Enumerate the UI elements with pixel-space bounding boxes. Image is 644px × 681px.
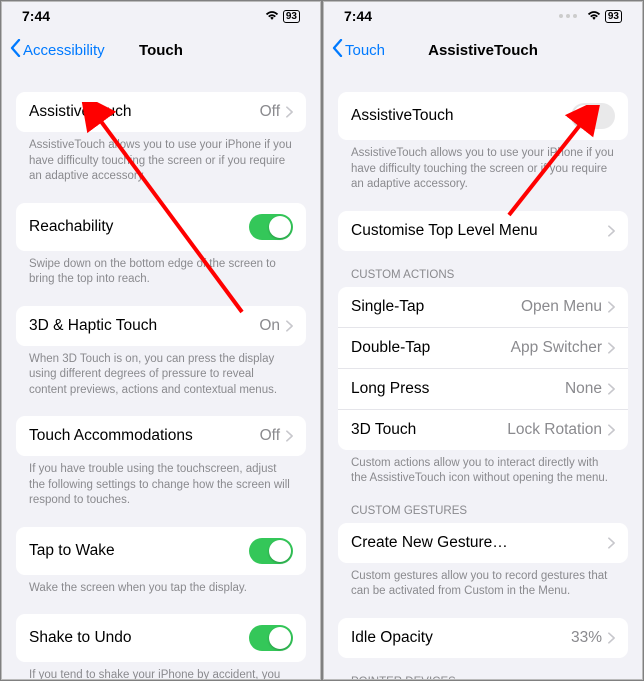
- row-label: 3D Touch: [351, 421, 416, 439]
- row-reachability[interactable]: Reachability: [16, 203, 306, 251]
- chevron-right-icon: [286, 320, 293, 332]
- chevron-left-icon: [332, 39, 344, 61]
- chevron-right-icon: [608, 225, 615, 237]
- row-label: Touch Accommodations: [29, 427, 193, 445]
- content: AssistiveTouch Off AssistiveTouch allows…: [2, 70, 320, 679]
- row-value: Off: [260, 103, 280, 121]
- battery-icon: 93: [605, 10, 622, 23]
- status-bar: 7:44 93: [324, 2, 642, 30]
- row-value: Off: [260, 427, 280, 445]
- section-header: Pointer Devices: [338, 676, 628, 679]
- section-header: Custom Gestures: [338, 505, 628, 523]
- chevron-right-icon: [286, 430, 293, 442]
- section-footer: Custom actions allow you to interact dir…: [338, 450, 628, 487]
- toggle-assistivetouch[interactable]: [571, 103, 615, 129]
- row-footer: When 3D Touch is on, you can press the d…: [16, 346, 306, 399]
- nav-bar: Accessibility Touch: [2, 30, 320, 70]
- row-label: AssistiveTouch: [351, 107, 454, 125]
- chevron-right-icon: [608, 383, 615, 395]
- row-touch-accommodations[interactable]: Touch Accommodations Off: [16, 416, 306, 456]
- back-label: Accessibility: [23, 42, 105, 59]
- back-button[interactable]: Accessibility: [10, 39, 105, 61]
- row-label: Shake to Undo: [29, 629, 132, 647]
- back-button[interactable]: Touch: [332, 39, 385, 61]
- chevron-left-icon: [10, 39, 22, 61]
- row-label: Customise Top Level Menu: [351, 222, 538, 240]
- row-customise-menu[interactable]: Customise Top Level Menu: [338, 211, 628, 251]
- row-value: Open Menu: [521, 298, 602, 316]
- row-label: Long Press: [351, 380, 429, 398]
- chevron-right-icon: [608, 537, 615, 549]
- chevron-right-icon: [286, 106, 293, 118]
- row-value: None: [565, 380, 602, 398]
- more-icon: [559, 14, 577, 18]
- row-label: 3D & Haptic Touch: [29, 317, 157, 335]
- row-label: Create New Gesture…: [351, 534, 508, 552]
- row-3d-touch[interactable]: 3D Touch Lock Rotation: [338, 409, 628, 450]
- row-label: Single-Tap: [351, 298, 424, 316]
- chevron-right-icon: [608, 424, 615, 436]
- status-bar: 7:44 93: [2, 2, 320, 30]
- status-time: 7:44: [22, 8, 50, 24]
- chevron-right-icon: [608, 342, 615, 354]
- row-single-tap[interactable]: Single-Tap Open Menu: [338, 287, 628, 327]
- row-create-gesture[interactable]: Create New Gesture…: [338, 523, 628, 563]
- screenshot-right: 7:44 93 Touch AssistiveTouch AssistiveTo…: [323, 1, 643, 680]
- row-idle-opacity[interactable]: Idle Opacity 33%: [338, 618, 628, 658]
- row-value: Lock Rotation: [507, 421, 602, 439]
- row-label: Tap to Wake: [29, 542, 115, 560]
- row-long-press[interactable]: Long Press None: [338, 368, 628, 409]
- toggle-tap-to-wake[interactable]: [249, 538, 293, 564]
- screenshot-left: 7:44 93 Accessibility Touch AssistiveTou…: [1, 1, 321, 680]
- row-footer: AssistiveTouch allows you to use your iP…: [16, 132, 306, 185]
- row-label: Reachability: [29, 218, 113, 236]
- wifi-icon: [265, 8, 279, 24]
- toggle-reachability[interactable]: [249, 214, 293, 240]
- row-assistivetouch[interactable]: AssistiveTouch Off: [16, 92, 306, 132]
- row-value: App Switcher: [511, 339, 602, 357]
- chevron-right-icon: [608, 632, 615, 644]
- row-footer: AssistiveTouch allows you to use your iP…: [338, 140, 628, 193]
- section-header: Custom Actions: [338, 269, 628, 287]
- row-tap-to-wake[interactable]: Tap to Wake: [16, 527, 306, 575]
- toggle-shake-to-undo[interactable]: [249, 625, 293, 651]
- row-haptic[interactable]: 3D & Haptic Touch On: [16, 306, 306, 346]
- content: AssistiveTouch AssistiveTouch allows you…: [324, 70, 642, 679]
- chevron-right-icon: [608, 301, 615, 313]
- row-label: Double-Tap: [351, 339, 430, 357]
- row-double-tap[interactable]: Double-Tap App Switcher: [338, 327, 628, 368]
- back-label: Touch: [345, 42, 385, 59]
- status-time: 7:44: [344, 8, 372, 24]
- section-footer: Custom gestures allow you to record gest…: [338, 563, 628, 600]
- row-shake-to-undo[interactable]: Shake to Undo: [16, 614, 306, 662]
- row-label: Idle Opacity: [351, 629, 433, 647]
- row-value: On: [259, 317, 280, 335]
- row-footer: If you tend to shake your iPhone by acci…: [16, 662, 306, 679]
- row-label: AssistiveTouch: [29, 103, 132, 121]
- row-footer: Swipe down on the bottom edge of the scr…: [16, 251, 306, 288]
- row-value: 33%: [571, 629, 602, 647]
- row-footer: If you have trouble using the touchscree…: [16, 456, 306, 509]
- battery-icon: 93: [283, 10, 300, 23]
- row-assistivetouch-toggle[interactable]: AssistiveTouch: [338, 92, 628, 140]
- row-footer: Wake the screen when you tap the display…: [16, 575, 306, 597]
- wifi-icon: [587, 8, 601, 24]
- nav-bar: Touch AssistiveTouch: [324, 30, 642, 70]
